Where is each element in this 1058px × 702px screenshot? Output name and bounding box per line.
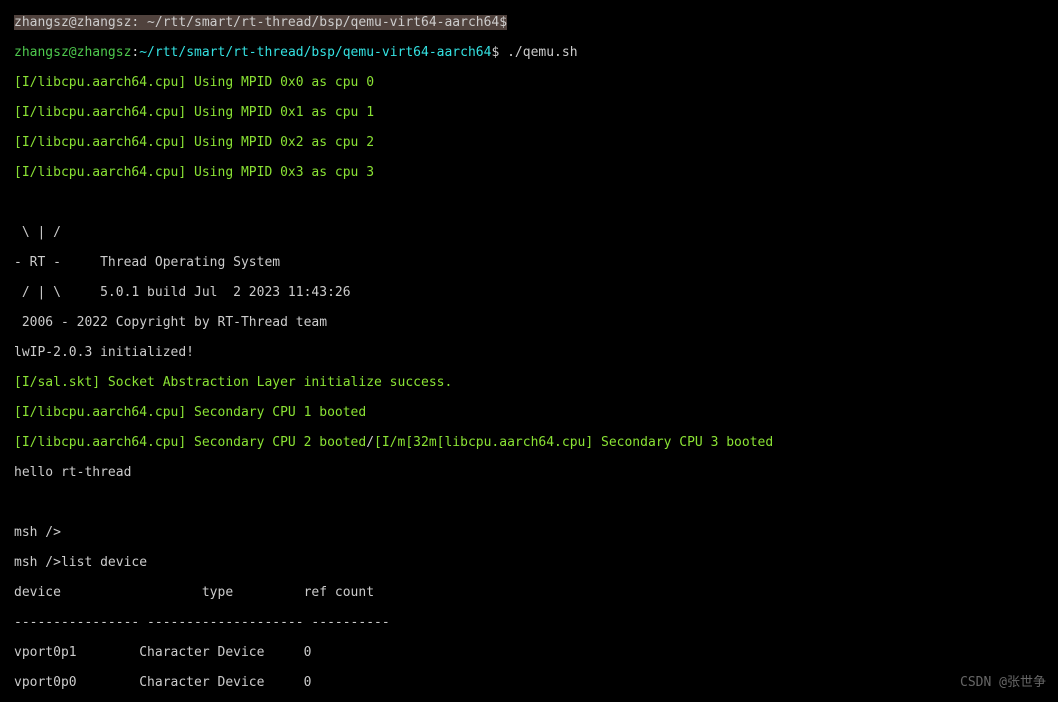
spacer bbox=[14, 495, 1058, 510]
dev-row: vport0p0 Character Device 0 bbox=[14, 675, 1058, 690]
cpu-boot-2: [I/libcpu.aarch64.cpu] Using MPID 0x2 as… bbox=[14, 135, 1058, 150]
device-rule: ---------------- -------------------- --… bbox=[14, 615, 1058, 630]
secondary-cpu1: [I/libcpu.aarch64.cpu] Secondary CPU 1 b… bbox=[14, 405, 1058, 420]
banner-2: - RT - Thread Operating System bbox=[14, 255, 1058, 270]
cpu-boot-3: [I/libcpu.aarch64.cpu] Using MPID 0x3 as… bbox=[14, 165, 1058, 180]
msh-prompt: msh /> bbox=[14, 525, 1058, 540]
device-header: device type ref count bbox=[14, 585, 1058, 600]
cpu-boot-1: [I/libcpu.aarch64.cpu] Using MPID 0x1 as… bbox=[14, 105, 1058, 120]
cpu-boot-0: [I/libcpu.aarch64.cpu] Using MPID 0x0 as… bbox=[14, 75, 1058, 90]
watermark: CSDN @张世争 bbox=[960, 675, 1046, 690]
spacer bbox=[14, 195, 1058, 210]
msh-list-device: msh />list device bbox=[14, 555, 1058, 570]
terminal[interactable]: zhangsz@zhangsz: ~/rtt/smart/rt-thread/b… bbox=[0, 0, 1058, 702]
sal-init: [I/sal.skt] Socket Abstraction Layer ini… bbox=[14, 375, 1058, 390]
banner-3: / | \ 5.0.1 build Jul 2 2023 11:43:26 bbox=[14, 285, 1058, 300]
banner-4: 2006 - 2022 Copyright by RT-Thread team bbox=[14, 315, 1058, 330]
lwip-init: lwIP-2.0.3 initialized! bbox=[14, 345, 1058, 360]
partial-top-line: zhangsz@zhangsz: ~/rtt/smart/rt-thread/b… bbox=[14, 15, 1058, 30]
hello-line: hello rt-thread bbox=[14, 465, 1058, 480]
banner-1: \ | / bbox=[14, 225, 1058, 240]
secondary-cpu23: [I/libcpu.aarch64.cpu] Secondary CPU 2 b… bbox=[14, 435, 1058, 450]
dev-row: vport0p1 Character Device 0 bbox=[14, 645, 1058, 660]
prompt-line: zhangsz@zhangsz:~/rtt/smart/rt-thread/bs… bbox=[14, 45, 1058, 60]
